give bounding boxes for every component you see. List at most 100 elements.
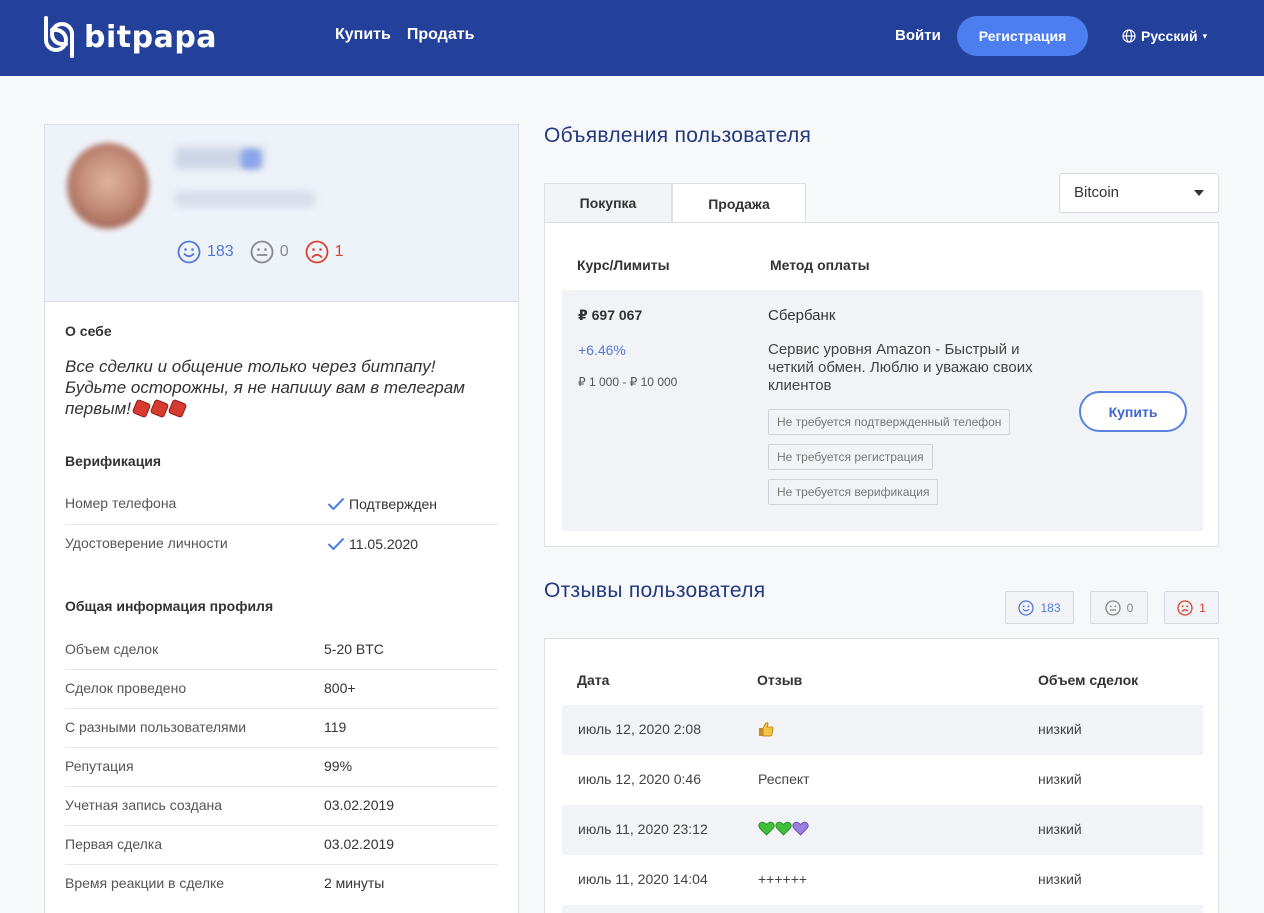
positive-reviews-count: 183	[1040, 600, 1061, 615]
smile-icon	[1018, 599, 1035, 616]
about-text-body: Все сделки и общение только через битпап…	[65, 357, 465, 418]
general-info-row: Первая сделка 03.02.2019	[65, 826, 498, 865]
neutral-face-icon	[1104, 599, 1121, 616]
general-info-row: Репутация 99%	[65, 748, 498, 787]
review-volume: низкий	[1038, 871, 1082, 887]
review-date: июль 11, 2020 14:04	[578, 871, 708, 887]
green-heart-icon	[758, 821, 775, 836]
logo[interactable]: bitpapa	[42, 16, 217, 58]
info-label: Объем сделок	[65, 641, 159, 657]
nav-buy-link[interactable]: Купить	[335, 26, 391, 44]
neutral-rating: 0	[250, 240, 289, 264]
checkmark-icon	[327, 497, 345, 511]
verification-label: Удостоверение личности	[65, 535, 228, 551]
negative-reviews-filter[interactable]: 1	[1164, 591, 1219, 624]
stop-sign-icon	[167, 398, 188, 419]
general-info-row: Сделок проведено 800+	[65, 670, 498, 709]
ad-description: Сервис уровня Amazon - Быстрый и четкий …	[768, 341, 1033, 394]
general-info-title: Общая информация профиля	[65, 598, 274, 614]
ads-tabs: Покупка Продажа	[544, 183, 806, 224]
review-volume: низкий	[1038, 721, 1082, 737]
info-value: 800+	[324, 680, 356, 696]
ads-panel: Курс/Лимиты Метод оплаты ₽ 697 067 +6.46…	[544, 222, 1219, 547]
info-label: Репутация	[65, 758, 134, 774]
ad-percent: +6.46%	[578, 342, 626, 358]
info-value: 03.02.2019	[324, 836, 395, 852]
buy-button[interactable]: Купить	[1079, 391, 1187, 432]
avatar	[67, 143, 149, 229]
neutral-face-icon	[250, 240, 274, 264]
info-label: Учетная запись создана	[65, 797, 223, 813]
sad-face-icon	[1177, 599, 1193, 616]
green-heart-icon	[775, 821, 792, 836]
info-value: 99%	[324, 758, 353, 774]
language-selector[interactable]: Русский ▾	[1122, 28, 1207, 44]
review-volume: низкий	[1038, 771, 1082, 787]
general-info-row: С разными пользователями 119	[65, 709, 498, 748]
review-row	[562, 905, 1203, 913]
info-value: 03.02.2019	[324, 797, 395, 813]
blurred-subtitle	[175, 191, 315, 207]
neutral-reviews-filter[interactable]: 0	[1090, 591, 1148, 624]
review-volume: низкий	[1038, 821, 1082, 837]
info-label: Сделок проведено	[65, 680, 187, 696]
verification-value-text: Подтвержден	[349, 496, 438, 512]
stop-sign-icon	[149, 398, 170, 419]
neutral-count: 0	[279, 243, 289, 260]
info-label: Время реакции в сделке	[65, 875, 225, 891]
ad-price: ₽ 697 067	[578, 307, 643, 323]
ad-limits: ₽ 1 000 - ₽ 10 000	[578, 375, 678, 389]
column-header-review: Отзыв	[757, 672, 803, 688]
bitpapa-logo-icon	[44, 16, 74, 58]
top-navbar: bitpapa Купить Продать Войти Регистрация…	[0, 0, 1264, 76]
verification-row: Удостоверение личности 11.05.2020	[65, 525, 498, 565]
register-button[interactable]: Регистрация	[957, 16, 1088, 56]
checkmark-icon	[327, 537, 345, 551]
verified-badge-icon	[241, 149, 261, 169]
ad-payment-method: Сбербанк	[768, 307, 836, 324]
general-info-row: Время реакции в сделке 2 минуты	[65, 865, 498, 904]
chevron-down-icon: ▾	[1202, 30, 1208, 41]
reviews-panel: Дата Отзыв Объем сделок июль 12, 2020 2:…	[544, 638, 1219, 913]
positive-reviews-filter[interactable]: 183	[1005, 591, 1074, 624]
verification-title: Верификация	[65, 453, 162, 469]
review-row: июль 12, 2020 0:46 Респект низкий	[562, 755, 1203, 805]
positive-count: 183	[207, 243, 234, 260]
info-value: 119	[324, 719, 347, 735]
negative-reviews-count: 1	[1199, 600, 1206, 615]
negative-rating: 1	[305, 240, 344, 264]
info-label: Первая сделка	[65, 836, 163, 852]
about-title: О себе	[65, 323, 112, 339]
sad-face-icon	[305, 240, 329, 264]
profile-header: 183 0 1	[45, 125, 518, 302]
requirement-tag: Не требуется регистрация	[768, 444, 933, 470]
requirement-tag: Не требуется подтвержденный телефон	[768, 409, 1011, 435]
language-label: Русский	[1141, 28, 1198, 44]
review-date: июль 12, 2020 0:46	[578, 771, 701, 787]
currency-select[interactable]: Bitcoin	[1059, 173, 1219, 213]
review-row: июль 11, 2020 23:12 низкий	[562, 805, 1203, 855]
ad-listing-row: ₽ 697 067 +6.46% ₽ 1 000 - ₽ 10 000 Сбер…	[562, 290, 1203, 531]
positive-rating: 183	[177, 240, 234, 264]
column-header-method: Метод оплаты	[770, 257, 870, 273]
requirement-tag: Не требуется верификация	[768, 479, 939, 505]
general-info-row: Объем сделок 5-20 BTC	[65, 631, 498, 670]
neutral-reviews-count: 0	[1126, 600, 1134, 615]
main-nav: Купить Продать	[335, 26, 474, 44]
negative-count: 1	[334, 243, 344, 260]
login-link[interactable]: Войти	[895, 27, 941, 44]
review-date: июль 12, 2020 2:08	[578, 721, 701, 737]
review-row: июль 12, 2020 2:08 низкий	[562, 705, 1203, 755]
info-label: С разными пользователями	[65, 719, 247, 735]
verification-row: Номер телефона Подтвержден	[65, 485, 498, 525]
review-text	[758, 721, 774, 740]
purple-heart-icon	[792, 821, 809, 836]
tab-buy[interactable]: Покупка	[544, 183, 672, 223]
column-header-volume: Объем сделок	[1038, 672, 1139, 688]
info-value: 2 минуты	[324, 875, 385, 891]
profile-card: 183 0 1 О себе Все сделки и общение толь…	[44, 124, 519, 913]
review-row: июль 11, 2020 14:04 ++++++ низкий	[562, 855, 1203, 905]
nav-sell-link[interactable]: Продать	[407, 26, 475, 44]
caret-down-icon	[1194, 190, 1204, 196]
tab-sell[interactable]: Продажа	[672, 183, 806, 224]
